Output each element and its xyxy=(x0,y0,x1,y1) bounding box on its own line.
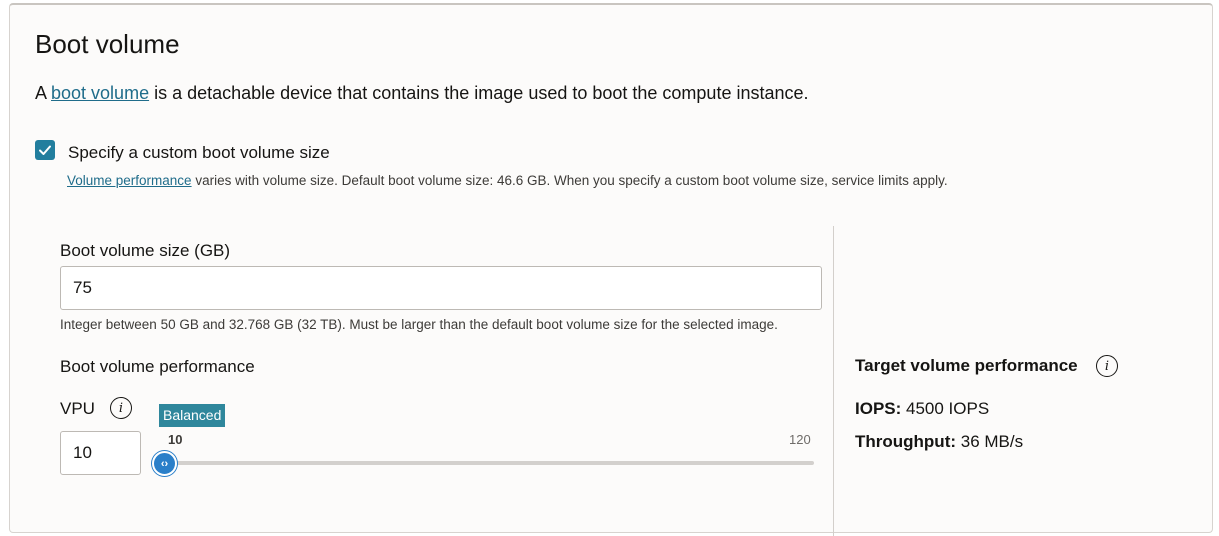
performance-label: Boot volume performance xyxy=(60,357,255,376)
slider-value-badge: Balanced xyxy=(159,404,226,427)
vpu-info-icon[interactable]: i xyxy=(110,397,132,419)
iops-metric: IOPS: 4500 IOPS xyxy=(855,399,989,419)
slider-max-label: 120 xyxy=(789,432,811,447)
throughput-label: Throughput: xyxy=(855,432,957,451)
custom-size-checkbox[interactable] xyxy=(35,140,55,160)
vpu-label: VPU xyxy=(60,399,95,418)
vpu-slider-thumb[interactable]: ‹› xyxy=(152,451,177,476)
section-title: Boot volume xyxy=(35,29,180,59)
chevrons-left-right-icon: ‹› xyxy=(160,457,169,470)
column-divider xyxy=(833,226,834,536)
check-icon xyxy=(39,145,51,155)
slider-min-label: 10 xyxy=(168,432,183,447)
throughput-metric: Throughput: 36 MB/s xyxy=(855,432,1023,452)
boot-volume-panel: Boot volume A boot volume is a detachabl… xyxy=(9,3,1213,536)
iops-value: 4500 IOPS xyxy=(901,399,990,418)
vpu-input[interactable] xyxy=(60,431,141,475)
description-suffix: is a detachable device that contains the… xyxy=(149,83,809,103)
section-description: A boot volume is a detachable device tha… xyxy=(35,83,809,104)
vpu-slider-track[interactable] xyxy=(164,461,814,465)
target-info-icon[interactable]: i xyxy=(1096,355,1118,377)
throughput-value: 36 MB/s xyxy=(956,432,1024,451)
description-prefix: A xyxy=(35,83,52,103)
custom-size-help-text: varies with volume size. Default boot vo… xyxy=(191,173,948,188)
volume-performance-link[interactable]: Volume performance xyxy=(67,173,192,188)
boot-volume-link[interactable]: boot volume xyxy=(51,83,149,103)
target-performance-title: Target volume performance xyxy=(855,356,1078,375)
custom-size-label[interactable]: Specify a custom boot volume size xyxy=(68,143,330,163)
size-field-help: Integer between 50 GB and 32.768 GB (32 … xyxy=(60,317,778,332)
custom-size-help: Volume performance varies with volume si… xyxy=(67,173,948,188)
iops-label: IOPS: xyxy=(855,399,902,418)
size-field-label: Boot volume size (GB) xyxy=(60,241,231,260)
boot-volume-size-input[interactable] xyxy=(60,266,822,310)
